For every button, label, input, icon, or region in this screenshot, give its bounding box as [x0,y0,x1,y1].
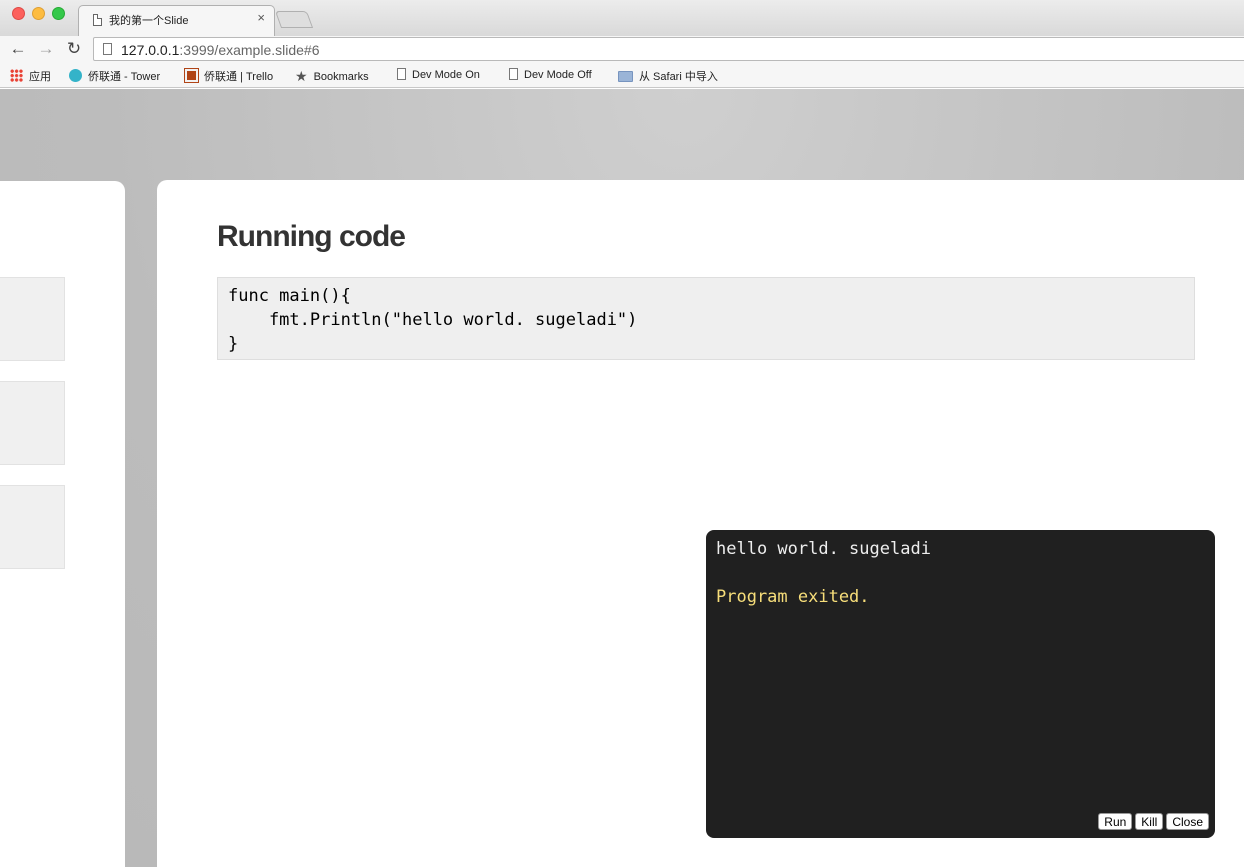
run-button[interactable]: Run [1098,813,1133,830]
code-line: } [228,334,239,354]
page-icon [93,14,102,26]
browser-toolbar: ← → ↻ 127.0.0.1:3999/example.slide#6 [0,36,1244,63]
url-text[interactable]: 127.0.0.1:3999/example.slide#6 [121,42,320,58]
tower-icon [69,69,82,82]
back-arrow-icon[interactable]: ← [7,38,29,60]
kill-button[interactable]: Kill [1135,813,1164,830]
window-titlebar: 我的第一个Slide × [0,0,1244,36]
slide-deck: Running code func main(){ fmt.Println("h… [0,89,1244,867]
apps-grid-icon [10,69,23,82]
tab-close-icon[interactable]: × [257,10,265,25]
bookmark-label: Dev Mode On [412,69,480,81]
new-tab-button[interactable] [274,11,314,28]
code-line: func main(){ [228,286,351,306]
bookmark-tower[interactable]: 侨联通 - Tower [69,68,160,84]
reload-icon[interactable]: ↻ [63,38,85,60]
page-icon [397,68,406,80]
bookmark-label: 侨联通 - Tower [88,71,161,83]
page-icon [103,43,112,55]
previous-slide-block [0,485,65,569]
trello-icon [184,68,199,83]
star-icon: ★ [295,68,308,84]
close-button[interactable]: Close [1166,813,1209,830]
previous-slide-block [0,381,65,465]
program-exit-message: Program exited. [716,587,870,607]
window-minimize-button[interactable] [32,7,45,20]
code-line: fmt.Println("hello world. sugeladi") [228,310,638,330]
address-bar[interactable]: 127.0.0.1:3999/example.slide#6 [93,37,1244,61]
bookmark-label: 侨联通 | Trello [204,71,274,83]
bookmark-dev-mode-on[interactable]: Dev Mode On [397,68,480,81]
page-icon [509,68,518,80]
bookmark-trello[interactable]: 侨联通 | Trello [184,68,274,84]
browser-tab[interactable]: 我的第一个Slide × [78,5,275,36]
output-controls: Run Kill Close [1098,813,1209,830]
bookmark-label: Dev Mode Off [524,69,592,81]
window-close-button[interactable] [12,7,25,20]
slide-title: Running code [217,220,406,253]
output-line: hello world. sugeladi [716,539,931,559]
previous-slide-block [0,277,65,361]
bookmark-bookmarks[interactable]: ★ Bookmarks [295,68,369,85]
program-output-panel: hello world. sugeladi Program exited. Ru… [706,530,1215,838]
code-block[interactable]: func main(){ fmt.Println("hello world. s… [217,277,1195,360]
folder-icon [618,71,633,82]
bookmark-label: Bookmarks [313,71,369,83]
window-zoom-button[interactable] [52,7,65,20]
bookmark-dev-mode-off[interactable]: Dev Mode Off [509,68,592,81]
forward-arrow-icon[interactable]: → [35,38,57,60]
bookmark-label: 从 Safari 中导入 [639,71,718,83]
bookmark-import-safari[interactable]: 从 Safari 中导入 [618,68,718,84]
bookmark-apps[interactable]: 应用 [10,68,51,84]
tab-title: 我的第一个Slide [109,15,189,27]
bookmarks-bar: 应用 侨联通 - Tower 侨联通 | Trello ★ Bookmarks D… [0,63,1244,88]
previous-slide[interactable] [0,181,125,867]
bookmark-label: 应用 [29,71,51,83]
